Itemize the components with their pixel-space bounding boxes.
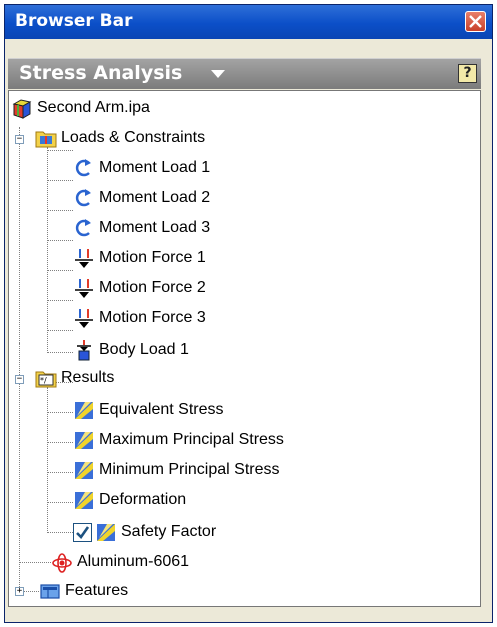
results-folder-icon: */ xyxy=(35,367,57,389)
moment-load-icon xyxy=(73,217,95,239)
body-load-icon xyxy=(73,339,95,361)
result-icon xyxy=(73,489,95,511)
loads-folder-icon xyxy=(35,127,57,149)
load-item-moment-3[interactable]: Moment Load 3 xyxy=(73,215,210,241)
load-item-body-1[interactable]: Body Load 1 xyxy=(73,337,189,363)
result-icon xyxy=(95,521,117,543)
svg-text:*/: */ xyxy=(40,376,47,385)
panel-header[interactable]: Stress Analysis ? xyxy=(8,58,481,89)
load-item-motion-2[interactable]: Motion Force 2 xyxy=(73,275,206,301)
result-icon xyxy=(73,399,95,421)
motion-force-icon xyxy=(73,247,95,269)
load-item-moment-2[interactable]: Moment Load 2 xyxy=(73,185,210,211)
results-expander-icon[interactable]: − xyxy=(15,375,24,384)
help-button[interactable]: ? xyxy=(458,64,477,83)
motion-force-icon xyxy=(73,277,95,299)
load-item-moment-1[interactable]: Moment Load 1 xyxy=(73,155,210,181)
result-item-deformation[interactable]: Deformation xyxy=(73,487,186,513)
result-item-safety-factor[interactable]: Safety Factor xyxy=(73,519,216,545)
tree-material-node[interactable]: Aluminum-6061 xyxy=(51,549,189,575)
load-item-label: Moment Load 3 xyxy=(99,219,211,236)
loads-expander-icon[interactable]: − xyxy=(15,135,24,144)
tree-root-label: Second Arm.ipa xyxy=(37,99,150,116)
load-item-label: Motion Force 2 xyxy=(99,279,206,296)
close-button[interactable] xyxy=(465,11,486,32)
features-icon xyxy=(39,580,61,602)
checkmark-icon xyxy=(76,525,90,539)
result-item-label: Maximum Principal Stress xyxy=(99,431,284,448)
result-item-max-principal[interactable]: Maximum Principal Stress xyxy=(73,427,284,453)
window-title: Browser Bar xyxy=(15,11,133,31)
result-item-label: Minimum Principal Stress xyxy=(99,461,280,478)
close-icon xyxy=(469,15,482,28)
tree-features-node[interactable]: Features xyxy=(39,578,128,604)
result-icon xyxy=(73,459,95,481)
tree-root-node[interactable]: Second Arm.ipa xyxy=(11,95,150,121)
motion-force-icon xyxy=(73,307,95,329)
safety-factor-checkbox[interactable] xyxy=(73,522,92,542)
result-icon xyxy=(73,429,95,451)
results-label: Results xyxy=(61,369,115,386)
features-label: Features xyxy=(65,582,129,599)
load-item-label: Moment Load 2 xyxy=(99,189,211,206)
load-item-label: Motion Force 1 xyxy=(99,249,206,266)
panel-title-dropdown[interactable]: Stress Analysis xyxy=(19,62,182,84)
result-item-min-principal[interactable]: Minimum Principal Stress xyxy=(73,457,279,483)
tree-loads-folder[interactable]: Loads & Constraints xyxy=(35,125,205,151)
result-item-label: Deformation xyxy=(99,491,187,508)
tree-results-folder[interactable]: */ Results xyxy=(35,365,114,391)
load-item-motion-3[interactable]: Motion Force 3 xyxy=(73,305,206,331)
load-item-label: Body Load 1 xyxy=(99,341,189,358)
material-icon xyxy=(51,551,73,573)
title-bar[interactable]: Browser Bar xyxy=(5,5,492,39)
moment-load-icon xyxy=(73,187,95,209)
result-item-equivalent-stress[interactable]: Equivalent Stress xyxy=(73,397,224,423)
features-expander-icon[interactable]: + xyxy=(15,587,24,596)
dropdown-caret-icon[interactable] xyxy=(211,70,225,78)
load-item-label: Motion Force 3 xyxy=(99,309,206,326)
assembly-icon xyxy=(11,97,33,119)
result-item-label: Equivalent Stress xyxy=(99,401,224,418)
load-item-label: Moment Load 1 xyxy=(99,159,211,176)
loads-label: Loads & Constraints xyxy=(61,129,206,146)
model-tree: Second Arm.ipa − Loads & Constraints Mom… xyxy=(8,90,481,607)
load-item-motion-1[interactable]: Motion Force 1 xyxy=(73,245,206,271)
result-item-label: Safety Factor xyxy=(121,523,217,540)
material-label: Aluminum-6061 xyxy=(77,553,190,570)
moment-load-icon xyxy=(73,157,95,179)
